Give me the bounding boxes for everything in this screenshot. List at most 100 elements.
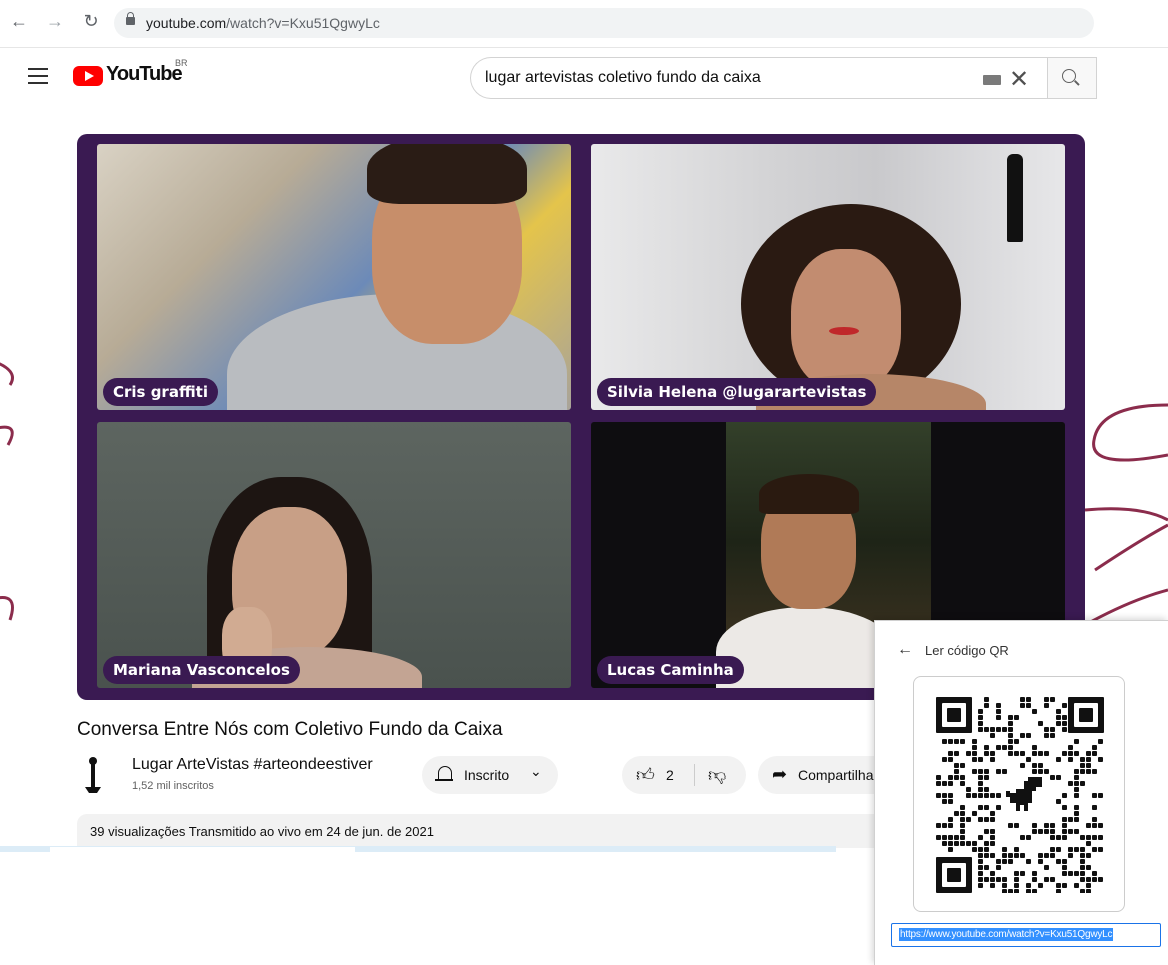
qr-module <box>1080 877 1085 882</box>
qr-module <box>960 829 965 834</box>
keyboard-icon[interactable] <box>983 75 1001 85</box>
qr-module <box>1044 877 1049 882</box>
qr-module <box>948 847 953 852</box>
qr-module <box>1092 793 1097 798</box>
qr-module <box>1020 733 1025 738</box>
qr-module <box>972 751 977 756</box>
qr-module <box>942 835 947 840</box>
qr-module <box>1026 835 1031 840</box>
qr-module <box>972 811 977 816</box>
menu-icon[interactable] <box>28 68 48 84</box>
qr-module <box>954 739 959 744</box>
qr-module <box>1098 757 1103 762</box>
participant-name-tag: Cris graffiti <box>103 378 218 406</box>
thumbs-up-icon[interactable]: 👍︎ <box>636 764 655 786</box>
qr-module <box>1056 775 1061 780</box>
search-button[interactable] <box>1047 57 1097 99</box>
qr-module <box>1086 823 1091 828</box>
qr-module <box>1050 727 1055 732</box>
qr-module <box>1068 745 1073 750</box>
qr-module <box>996 877 1001 882</box>
qr-module <box>1050 835 1055 840</box>
video-tile: Mariana Vasconcelos <box>97 422 571 688</box>
qr-module <box>1038 829 1043 834</box>
share-label: Compartilhar <box>798 767 879 783</box>
qr-module <box>1098 847 1103 852</box>
qr-module <box>1062 727 1067 732</box>
qr-module <box>1008 715 1013 720</box>
qr-module <box>984 775 989 780</box>
qr-module <box>984 805 989 810</box>
qr-module <box>984 727 989 732</box>
forward-arrow-icon[interactable]: → <box>44 10 66 32</box>
channel-name[interactable]: Lugar ArteVistas #arteondeestiver <box>132 756 373 774</box>
qr-module <box>1086 835 1091 840</box>
qr-module <box>1056 715 1061 720</box>
qr-module <box>996 865 1001 870</box>
qr-module <box>1080 865 1085 870</box>
qr-module <box>1002 877 1007 882</box>
qr-module <box>978 727 983 732</box>
qr-module <box>1002 727 1007 732</box>
qr-module <box>1026 889 1031 893</box>
video-title: Conversa Entre Nós com Coletivo Fundo da… <box>77 719 503 740</box>
reload-icon[interactable]: ↻ <box>80 10 102 32</box>
qr-module <box>966 787 971 792</box>
qr-module <box>1074 805 1079 810</box>
qr-module <box>954 775 959 780</box>
qr-module <box>1044 727 1049 732</box>
share-button[interactable]: ➦ Compartilhar <box>758 756 888 794</box>
qr-module <box>1098 793 1103 798</box>
qr-module <box>978 865 983 870</box>
qr-module <box>936 835 941 840</box>
qr-module <box>1056 883 1061 888</box>
qr-module <box>960 763 965 768</box>
description-box[interactable]: 39 visualizações Transmitido ao vivo em … <box>77 814 883 848</box>
qr-module <box>978 757 983 762</box>
qr-finder-pattern <box>947 868 961 882</box>
qr-module <box>972 793 977 798</box>
qr-module <box>1092 805 1097 810</box>
qr-module <box>990 811 995 816</box>
qr-module <box>1086 751 1091 756</box>
qr-module <box>984 793 989 798</box>
qr-module <box>1056 889 1061 893</box>
thumbs-down-icon[interactable]: 👎︎ <box>708 764 726 786</box>
qr-module <box>1080 763 1085 768</box>
qr-module <box>1032 763 1037 768</box>
qr-module <box>942 757 947 762</box>
qr-module <box>948 739 953 744</box>
search-input[interactable]: lugar artevistas coletivo fundo da caixa… <box>470 57 1047 99</box>
qr-module <box>1002 883 1007 888</box>
address-bar[interactable]: youtube.com/watch?v=Kxu51QgwyLc <box>114 8 1094 38</box>
chevron-down-icon: ⌄ <box>530 763 542 779</box>
subscribe-button[interactable]: Inscrito ⌄ <box>422 756 558 794</box>
qr-url-field[interactable]: https://www.youtube.com/watch?v=Kxu51Qgw… <box>891 923 1161 947</box>
qr-module <box>1080 871 1085 876</box>
qr-module <box>1044 751 1049 756</box>
qr-module <box>960 775 965 780</box>
qr-module <box>984 877 989 882</box>
like-dislike-button[interactable]: 👍︎ 2 👎︎ <box>622 756 746 794</box>
qr-module <box>1026 703 1031 708</box>
qr-module <box>1050 733 1055 738</box>
qr-module <box>990 727 995 732</box>
qr-module <box>990 733 995 738</box>
qr-module <box>990 835 995 840</box>
qr-module <box>972 739 977 744</box>
back-arrow-icon[interactable]: ← <box>897 641 913 659</box>
qr-module <box>984 829 989 834</box>
qr-module <box>1002 853 1007 858</box>
qr-module <box>1062 793 1067 798</box>
qr-module <box>1080 757 1085 762</box>
channel-avatar[interactable] <box>82 755 104 793</box>
video-player[interactable]: Cris graffiti Silvia Helena @lugarartevi… <box>77 134 1085 700</box>
qr-module <box>1080 835 1085 840</box>
clear-icon[interactable]: ✕ <box>1009 65 1029 94</box>
qr-module <box>1044 703 1049 708</box>
qr-module <box>1080 889 1085 893</box>
back-arrow-icon[interactable]: ← <box>8 10 30 32</box>
qr-module <box>978 883 983 888</box>
qr-module <box>1080 853 1085 858</box>
participant-figure <box>367 144 527 204</box>
